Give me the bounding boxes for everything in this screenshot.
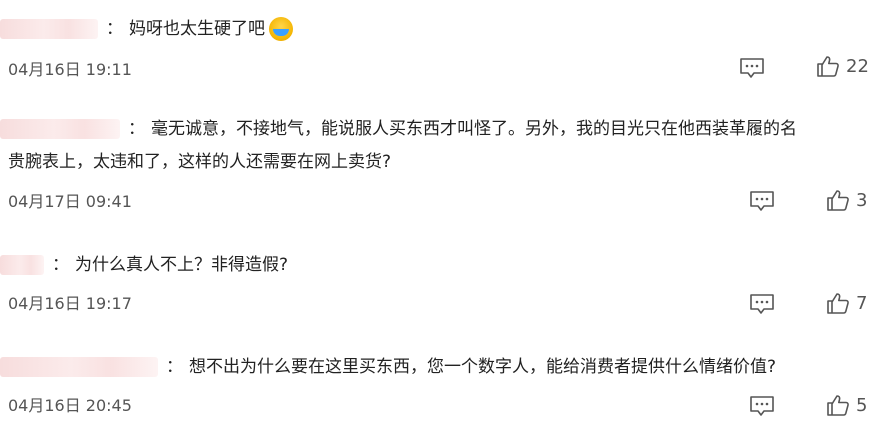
separator: ： [106,19,123,39]
thumbs-up-icon [827,293,849,314]
username-blurred[interactable] [0,119,120,139]
like-button[interactable]: 22 [816,54,869,80]
comment-bubble-icon [740,58,764,78]
comment-text: 想不出为什么要在这里买东西，您一个数字人，能给消费者提供什么情绪价值? [189,357,777,377]
comment-bubble-icon [750,294,774,314]
reply-button[interactable] [749,394,775,418]
reply-button[interactable] [749,189,775,213]
like-button[interactable]: 7 [826,291,867,317]
comment-line: ： 为什么真人不上？非得造假? [0,250,288,280]
username-blurred[interactable] [0,19,98,39]
like-button[interactable]: 3 [826,188,867,214]
like-count: 7 [856,292,868,314]
comment-bubble-icon [750,396,774,416]
comment-line: ： 想不出为什么要在这里买东西，您一个数字人，能给消费者提供什么情绪价值? [0,352,776,382]
separator: ： [128,119,145,139]
username-blurred[interactable] [0,255,44,275]
like-button[interactable]: 5 [826,393,867,419]
reply-button[interactable] [749,292,775,316]
comment-meta: 04月16日 19:11 22 [0,52,889,82]
comment-text: 妈呀也太生硬了吧 [129,19,265,39]
comment-line: ： 妈呀也太生硬了吧 [0,14,293,44]
like-count: 22 [846,55,869,77]
comment-bubble-icon [750,191,774,211]
username-blurred[interactable] [0,357,158,377]
comment-list: ： 妈呀也太生硬了吧 04月16日 19:11 22 ： 毫无诚意，不接地气，能说服… [0,0,889,432]
comment-meta: 04月16日 20:45 5 [0,388,889,418]
timestamp: 04月16日 19:17 [8,294,132,313]
like-count: 5 [856,394,868,416]
separator: ： [166,357,183,377]
crying-laughing-emoji-icon [269,17,293,41]
thumbs-up-icon [827,190,849,211]
comment-line: ： 毫无诚意，不接地气，能说服人买东西才叫怪了。另外，我的目光只在他西装革履的名 [0,114,797,144]
comment-text-line-2: 贵腕表上，太违和了，这样的人还需要在网上卖货? [8,152,392,172]
thumbs-up-icon [827,395,849,416]
comment-text: 为什么真人不上？非得造假? [75,255,289,275]
timestamp: 04月16日 20:45 [8,396,132,415]
comment-meta: 04月17日 09:41 3 [0,184,889,214]
thumbs-up-icon [817,56,839,77]
comment-text-line-1: 毫无诚意，不接地气，能说服人买东西才叫怪了。另外，我的目光只在他西装革履的名 [151,119,797,139]
timestamp: 04月16日 19:11 [8,60,132,79]
reply-button[interactable] [739,56,765,80]
timestamp: 04月17日 09:41 [8,192,132,211]
comment-meta: 04月16日 19:17 7 [0,286,889,316]
like-count: 3 [856,189,868,211]
separator: ： [52,255,69,275]
